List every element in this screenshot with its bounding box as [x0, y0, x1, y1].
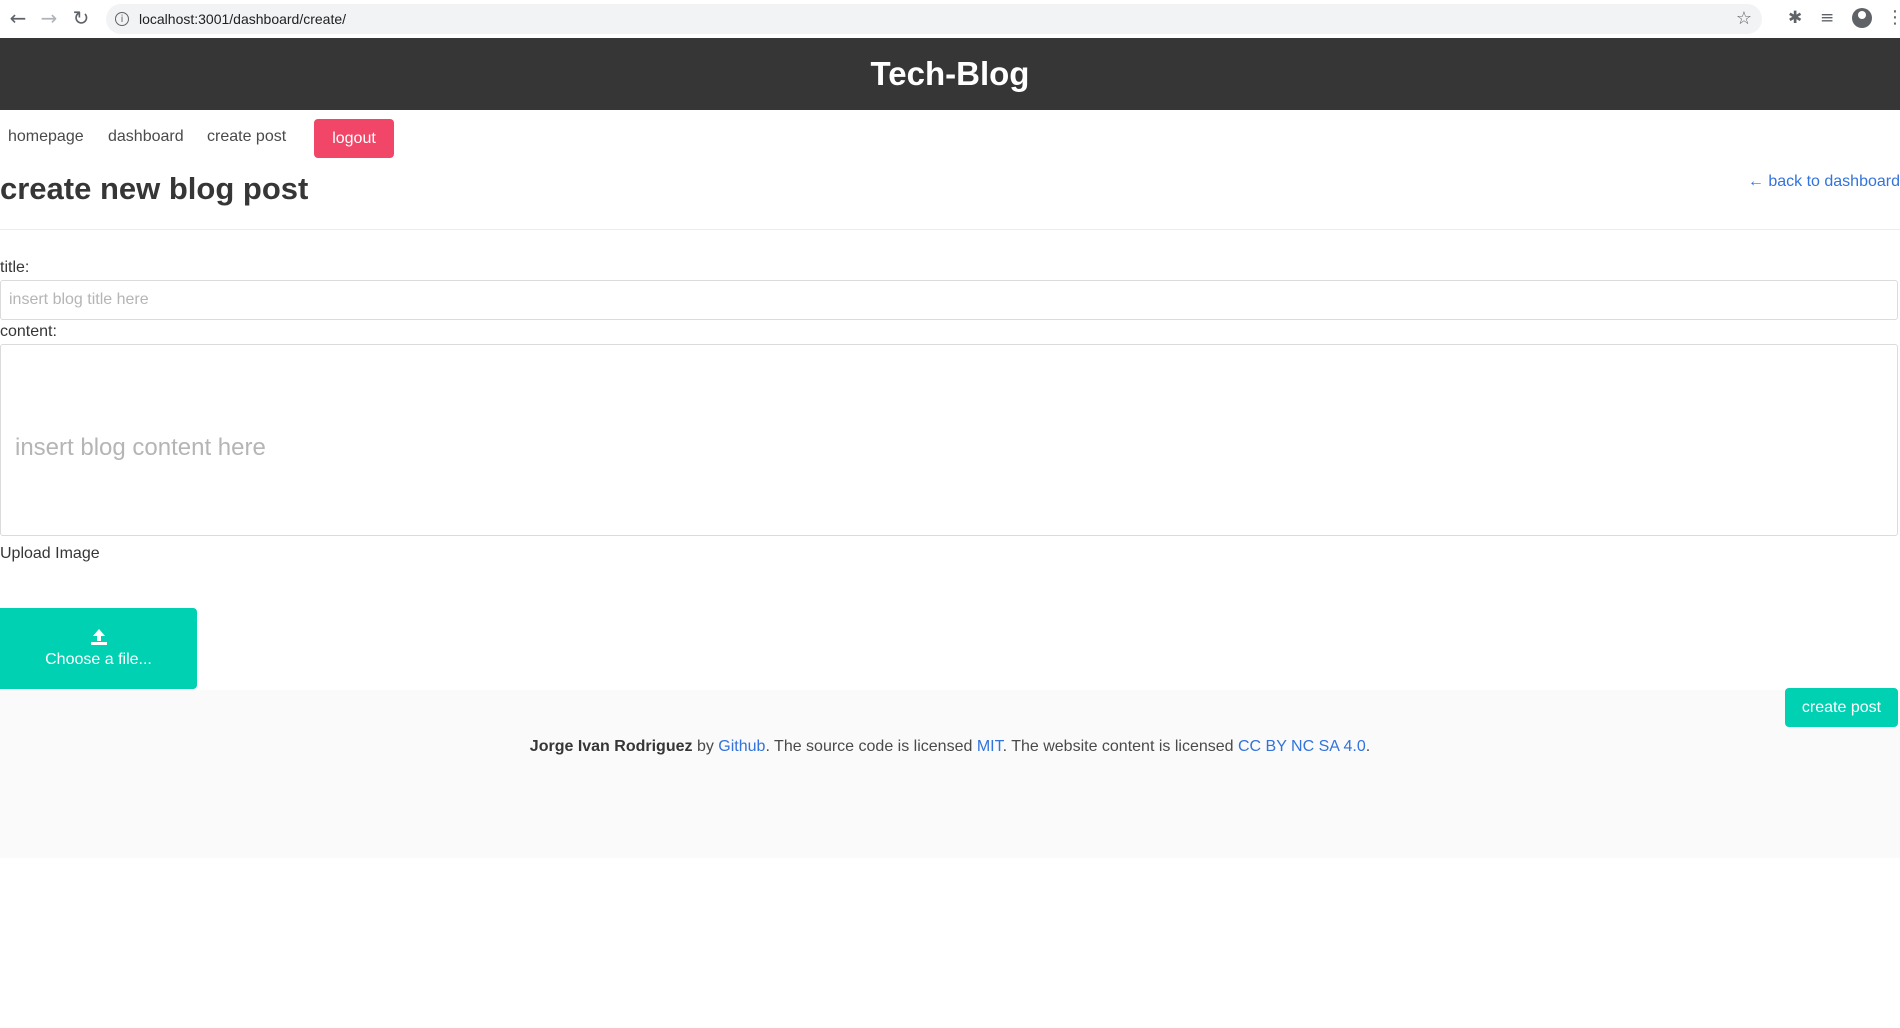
reload-icon[interactable]: ↻ — [70, 6, 92, 30]
content-textarea[interactable] — [0, 344, 1898, 536]
upload-icon — [90, 628, 107, 645]
title-label: title: — [0, 259, 30, 276]
bookmark-star-icon[interactable]: ☆ — [1736, 8, 1752, 29]
cc-license-link[interactable]: CC BY NC SA 4.0 — [1238, 738, 1366, 755]
site-footer — [0, 690, 1900, 858]
menu-icon[interactable]: ⋮ — [1886, 7, 1900, 28]
nav-dashboard[interactable]: dashboard — [108, 128, 184, 146]
footer-end-text: . — [1365, 738, 1371, 755]
footer-text: Jorge Ivan Rodriguez by Github. The sour… — [0, 738, 1900, 756]
github-link[interactable]: Github — [718, 738, 765, 755]
footer-content-text: . The website content is licensed — [1002, 738, 1238, 755]
content-label: content: — [0, 323, 57, 340]
back-arrow-icon[interactable]: ← — [7, 6, 29, 30]
back-to-dashboard-link[interactable]: ← back to dashboard — [1748, 173, 1900, 191]
footer-author: Jorge Ivan Rodriguez — [529, 738, 693, 755]
page-content: Tech-Blog homepage dashboard create post… — [0, 38, 1900, 1028]
browser-toolbar: ← → ↻ i localhost:3001/dashboard/create/… — [0, 0, 1900, 39]
mit-license-link[interactable]: MIT — [977, 738, 1003, 755]
nav-homepage[interactable]: homepage — [8, 128, 84, 146]
choose-file-button[interactable]: Choose a file... — [0, 608, 197, 689]
site-title: Tech-Blog — [870, 55, 1030, 92]
profile-icon[interactable] — [1852, 8, 1872, 28]
media-icon[interactable]: ≡ — [1820, 8, 1834, 28]
address-bar[interactable]: i localhost:3001/dashboard/create/ ☆ — [106, 4, 1762, 34]
logout-button[interactable]: logout — [314, 119, 394, 158]
upload-image-label: Upload Image — [0, 545, 100, 562]
site-header: Tech-Blog — [0, 38, 1900, 110]
footer-by-text: by — [692, 738, 719, 755]
site-info-icon[interactable]: i — [115, 12, 129, 26]
nav-create-post[interactable]: create post — [207, 128, 286, 146]
extensions-icon[interactable]: ✱ — [1788, 8, 1802, 28]
choose-file-label: Choose a file... — [45, 650, 152, 668]
create-post-button[interactable]: create post — [1785, 688, 1898, 727]
title-input[interactable] — [0, 280, 1898, 320]
footer-source-text: . The source code is licensed — [765, 738, 977, 755]
page-title: create new blog post — [0, 171, 309, 206]
forward-arrow-icon[interactable]: → — [38, 6, 60, 30]
url-text: localhost:3001/dashboard/create/ — [139, 11, 347, 27]
divider — [0, 229, 1900, 230]
